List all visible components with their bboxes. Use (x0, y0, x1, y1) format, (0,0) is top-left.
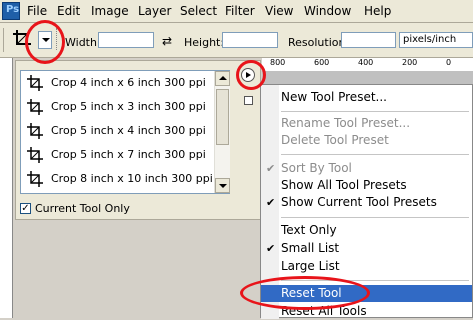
preset-label: Crop 5 inch x 3 inch 300 ppi (51, 100, 206, 113)
preset-label: Crop 5 inch x 4 inch 300 ppi (51, 124, 206, 137)
menu-image[interactable]: Image (91, 4, 129, 18)
ruler-tick-label: 200 (402, 58, 418, 67)
preset-list: Crop 4 inch x 6 inch 300 ppi Crop 5 inch… (20, 70, 230, 194)
width-label: Width: (65, 36, 101, 49)
menu-item-label: Show Current Tool Presets (281, 195, 437, 209)
scroll-down-button[interactable] (215, 178, 230, 193)
menu-item-sort-by-tool: ✔ Sort By Tool (261, 160, 472, 177)
swap-dimensions-icon[interactable]: ⇄ (162, 34, 172, 48)
menu-item-label: New Tool Preset... (281, 90, 387, 104)
preset-label: Crop 4 inch x 6 inch 300 ppi (51, 76, 206, 89)
current-tool-only-label: Current Tool Only (35, 202, 130, 215)
crop-icon (27, 75, 43, 91)
crop-icon (27, 171, 43, 187)
preset-label: Crop 8 inch x 10 inch 300 ppi (51, 172, 213, 185)
resolution-field[interactable] (341, 32, 396, 48)
menu-item-large-list[interactable]: Large List (261, 258, 472, 275)
new-preset-icon[interactable] (244, 96, 253, 105)
scroll-thumb[interactable] (216, 89, 229, 145)
crop-icon (27, 147, 43, 163)
horizontal-ruler: 800 600 400 200 0 (262, 58, 473, 72)
resolution-label: Resolution: (288, 36, 350, 49)
menu-help[interactable]: Help (364, 4, 391, 18)
menu-item-delete-tool-preset: Delete Tool Preset (261, 132, 472, 149)
height-label: Height: (184, 36, 225, 49)
menu-item-show-current-tool-presets[interactable]: ✔ Show Current Tool Presets (261, 194, 472, 211)
annotation-circle (240, 276, 370, 310)
checkmark-icon: ✔ (266, 196, 276, 209)
menu-view[interactable]: View (265, 4, 293, 18)
ruler-tick-label: 600 (314, 58, 330, 67)
chevron-up-icon (219, 76, 227, 80)
annotation-circle (25, 20, 65, 64)
menu-select[interactable]: Select (180, 4, 217, 18)
height-field[interactable] (222, 32, 278, 48)
menu-item-label: Show All Tool Presets (281, 178, 407, 192)
list-item[interactable]: Crop 5 inch x 3 inch 300 ppi (21, 95, 217, 119)
current-tool-only-checkbox[interactable]: ✓ (20, 203, 31, 214)
divider (3, 28, 4, 52)
menu-item-text-only[interactable]: Text Only (261, 222, 472, 239)
menu-bar: Ps File Edit Image Layer Select Filter V… (0, 0, 473, 23)
menu-separator (281, 154, 469, 155)
list-item[interactable]: Crop 8 inch x 10 inch 300 ppi (21, 167, 217, 191)
list-item[interactable]: Crop 4 inch x 6 inch 300 ppi (21, 71, 217, 95)
crop-icon (27, 123, 43, 139)
chevron-down-icon (219, 184, 227, 188)
menu-layer[interactable]: Layer (138, 4, 171, 18)
checkmark-icon: ✔ (266, 162, 276, 175)
preset-label: Crop 5 inch x 7 inch 300 ppi (51, 148, 206, 161)
menu-item-label: Small List (281, 241, 340, 255)
vertical-ruler (0, 58, 13, 318)
menu-item-rename-tool-preset: Rename Tool Preset... (261, 115, 472, 132)
resolution-unit-select[interactable]: pixels/inch (399, 32, 473, 48)
ruler-tick-label: 0 (446, 58, 452, 67)
crop-icon (27, 99, 43, 115)
scroll-up-button[interactable] (215, 71, 230, 86)
menu-filter[interactable]: Filter (225, 4, 255, 18)
menu-item-show-all-tool-presets[interactable]: Show All Tool Presets (261, 177, 472, 194)
menu-window[interactable]: Window (304, 4, 351, 18)
ruler-tick-label: 800 (270, 58, 286, 67)
menu-item-new-tool-preset[interactable]: New Tool Preset... (261, 89, 472, 106)
menu-item-label: Sort By Tool (281, 161, 352, 175)
menu-item-label: Rename Tool Preset... (281, 116, 411, 130)
preset-list-scrollbar[interactable] (214, 71, 230, 193)
photoshop-logo-icon[interactable]: Ps (2, 2, 20, 20)
menu-item-label: Text Only (281, 223, 337, 237)
menu-separator (281, 217, 469, 218)
menu-separator (281, 111, 469, 112)
menu-edit[interactable]: Edit (57, 4, 80, 18)
width-field[interactable] (98, 32, 154, 48)
annotation-circle (236, 60, 266, 90)
menu-item-label: Large List (281, 259, 340, 273)
menu-file[interactable]: File (27, 4, 47, 18)
ruler-tick-label: 400 (358, 58, 374, 67)
checkmark-icon: ✔ (266, 242, 276, 255)
menu-item-label: Delete Tool Preset (281, 133, 389, 147)
list-item[interactable]: Crop 5 inch x 4 inch 300 ppi (21, 119, 217, 143)
menu-item-small-list[interactable]: ✔ Small List (261, 240, 472, 257)
list-item[interactable]: Crop 5 inch x 7 inch 300 ppi (21, 143, 217, 167)
